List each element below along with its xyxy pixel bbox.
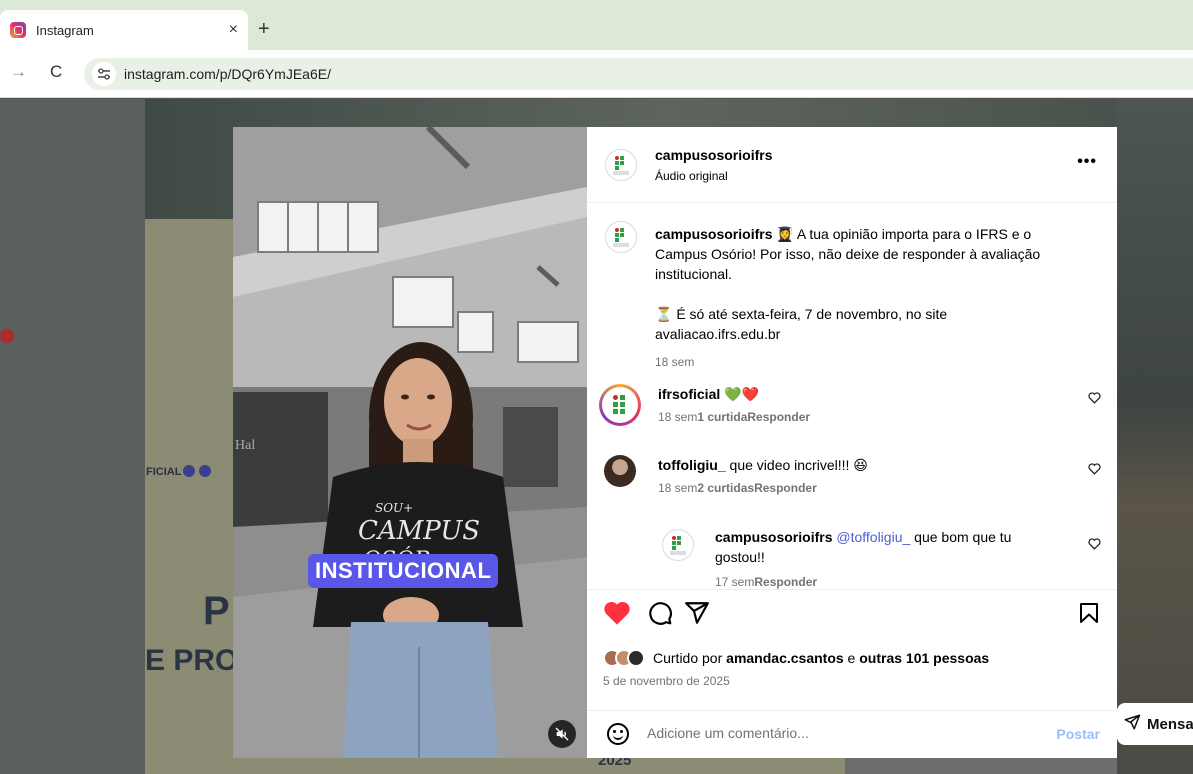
comment-meta: 17 semResponder — [715, 575, 817, 589]
ifrs-logo-icon — [613, 155, 629, 175]
comment-icon[interactable] — [647, 600, 673, 626]
likes-prefix: Curtido por — [653, 650, 723, 666]
messages-label: Mensa — [1147, 715, 1193, 733]
post-header: campusosorioifrs Áudio original ••• — [587, 127, 1117, 203]
post-actions — [587, 589, 1117, 634]
muted-speaker-icon — [554, 726, 570, 742]
background-right-photo — [1117, 99, 1193, 774]
tab-close-icon[interactable]: × — [229, 21, 238, 39]
video-overlay-label: INSTITUCIONAL — [308, 554, 499, 588]
comment-username[interactable]: ifrsoficial — [658, 386, 720, 402]
post-comment-button[interactable]: Postar — [1056, 726, 1100, 742]
ifrs-logo-icon — [670, 535, 686, 555]
comment-meta: 18 sem1 curtidaResponder — [658, 410, 810, 424]
tab-title: Instagram — [36, 22, 94, 38]
save-bookmark-icon[interactable] — [1077, 600, 1101, 626]
likes-connector: e — [847, 650, 856, 666]
audio-label[interactable]: Áudio original — [655, 169, 728, 183]
add-comment-bar: Postar — [587, 710, 1117, 758]
comment-reply-item: campusosorioifrs @toffoligiu_ que bom qu… — [587, 523, 1117, 589]
likes-text: Curtido por amandac.csantos e outras 101… — [653, 650, 989, 666]
comment-time[interactable]: 17 sem — [715, 575, 754, 589]
reply-button[interactable]: Responder — [754, 481, 817, 495]
commenter-avatar[interactable] — [599, 384, 641, 426]
background-messages-button[interactable]: Mensa — [1117, 703, 1193, 745]
browser-tab-instagram[interactable]: Instagram × — [0, 10, 248, 50]
url-text: instagram.com/p/DQr6YmJEa6E/ — [124, 66, 331, 82]
reply-button[interactable]: Responder — [754, 575, 817, 589]
comment-text: ifrsoficial 💚❤️ — [658, 384, 1058, 404]
comment-username[interactable]: toffoligiu_ — [658, 457, 726, 473]
shirt-line-2: CAMPUS — [358, 516, 480, 546]
forward-icon[interactable]: → — [10, 62, 27, 82]
background-facebook-icon — [183, 465, 195, 477]
send-icon — [1123, 713, 1141, 736]
like-comment-heart-icon[interactable] — [1088, 392, 1101, 407]
mute-button[interactable] — [548, 720, 576, 748]
background-left-column — [0, 99, 145, 774]
post-caption: campusosorioifrs 👩‍🎓 A tua opinião impor… — [655, 224, 1075, 372]
background-instagram-icon — [199, 465, 211, 477]
comment-time[interactable]: 18 sem — [658, 481, 697, 495]
background-oficial-text: FICIAL — [146, 466, 182, 478]
liker-avatar — [627, 649, 645, 667]
more-options-icon[interactable]: ••• — [1077, 153, 1097, 171]
emoji-smiley-icon[interactable] — [607, 723, 629, 745]
new-tab-button[interactable]: + — [258, 18, 270, 41]
comment-likes[interactable]: 2 curtidas — [697, 481, 754, 495]
reply-avatar[interactable] — [662, 529, 694, 561]
comment-username[interactable]: campusosorioifrs — [715, 529, 832, 545]
address-bar[interactable]: instagram.com/p/DQr6YmJEa6E/ — [84, 58, 1193, 90]
browser-toolbar: → C instagram.com/p/DQr6YmJEa6E/ — [0, 50, 1193, 98]
caption-text-2: ⏳ É só até sexta-feira, 7 de novembro, n… — [655, 306, 948, 342]
comment-item: ifrsoficial 💚❤️ 18 sem1 curtidaResponder — [587, 380, 1117, 440]
comment-item: toffoligiu_ que video incrivel!!! 😆 18 s… — [587, 451, 1117, 511]
browser-tabstrip: Instagram × + — [0, 0, 1193, 50]
author-avatar[interactable] — [605, 149, 637, 181]
ifrs-logo-icon — [613, 395, 627, 415]
caption-avatar[interactable] — [605, 221, 637, 253]
reply-button[interactable]: Responder — [747, 410, 810, 424]
comment-body: que video incrivel!!! 😆 — [729, 457, 868, 473]
comment-text: toffoligiu_ que video incrivel!!! 😆 — [658, 455, 1058, 475]
comment-text: campusosorioifrs @toffoligiu_ que bom qu… — [715, 527, 1045, 567]
comment-input[interactable] — [647, 725, 1047, 741]
comment-body: 💚❤️ — [724, 386, 760, 402]
site-info-icon[interactable] — [92, 62, 116, 86]
like-comment-heart-icon[interactable] — [1088, 538, 1101, 553]
author-username[interactable]: campusosorioifrs — [655, 147, 772, 163]
reload-icon[interactable]: C — [50, 62, 62, 82]
instagram-favicon-icon — [10, 22, 26, 38]
background-red-dot — [0, 329, 14, 343]
comment-time[interactable]: 18 sem — [658, 410, 697, 424]
commenter-avatar[interactable] — [604, 455, 636, 487]
comment-likes[interactable]: 1 curtida — [697, 410, 747, 424]
shirt-line-1: SOU+ — [375, 501, 413, 515]
comments-section[interactable]: campusosorioifrs 👩‍🎓 A tua opinião impor… — [587, 203, 1117, 589]
caption-time[interactable]: 18 sem — [655, 352, 1075, 372]
comment-mention[interactable]: @toffoligiu_ — [836, 529, 910, 545]
likes-summary[interactable]: Curtido por amandac.csantos e outras 101… — [603, 649, 989, 667]
post-date[interactable]: 5 de novembro de 2025 — [603, 674, 730, 688]
background-big-letter: P — [203, 589, 230, 633]
comment-meta: 18 sem2 curtidasResponder — [658, 481, 817, 495]
like-comment-heart-icon[interactable] — [1088, 463, 1101, 478]
post-video[interactable]: Hal SOU+ CAMPUS OSÓR INSTITUCIONAL — [233, 127, 587, 758]
liker-username[interactable]: amandac.csantos — [726, 650, 844, 666]
ifrs-logo-icon — [613, 227, 629, 247]
wall-text: Hal — [235, 438, 255, 453]
post-details-panel: campusosorioifrs Áudio original ••• camp… — [587, 127, 1117, 758]
caption-username[interactable]: campusosorioifrs — [655, 226, 772, 242]
likes-others[interactable]: outras 101 pessoas — [859, 650, 989, 666]
video-frame-illustration: Hal SOU+ CAMPUS OSÓR — [233, 127, 587, 758]
share-icon[interactable] — [684, 600, 710, 626]
like-heart-icon[interactable] — [603, 600, 631, 626]
